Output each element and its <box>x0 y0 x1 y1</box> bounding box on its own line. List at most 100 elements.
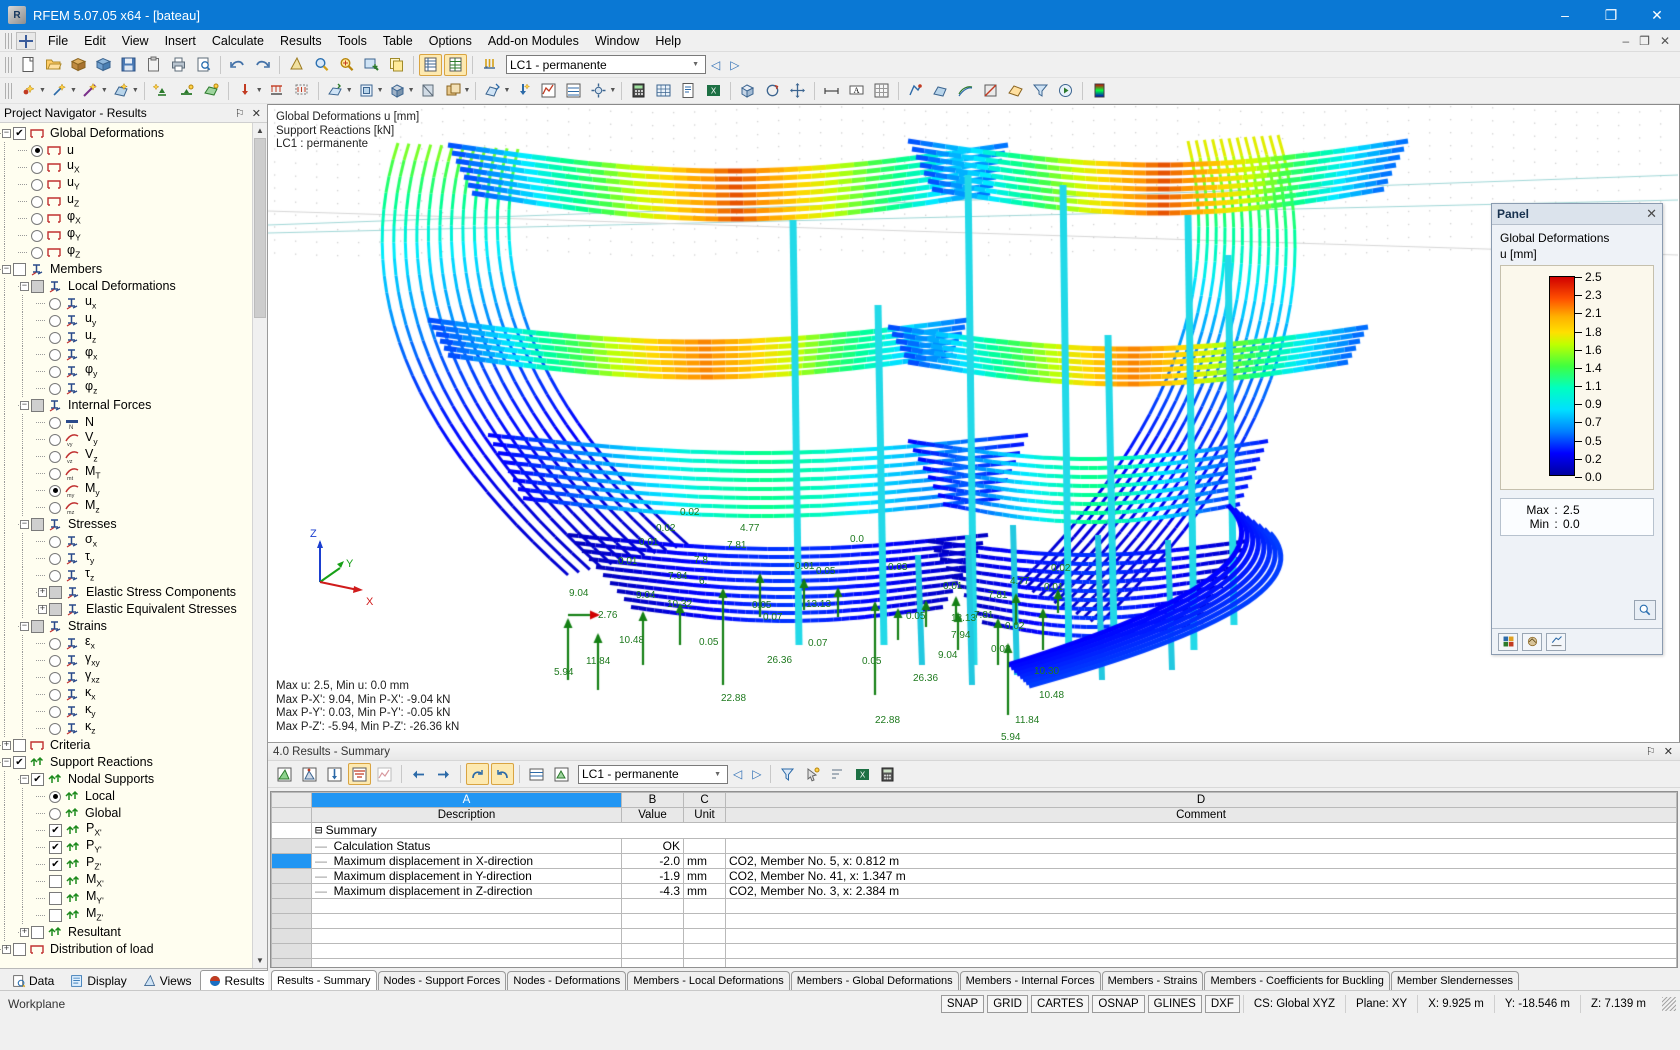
results-table-tab[interactable]: Nodes - Support Forces <box>377 971 507 990</box>
status-toggle-glines[interactable]: GLINES <box>1147 994 1202 1013</box>
tree-item[interactable]: MZ' <box>0 906 267 924</box>
mdi-close-button[interactable]: ✕ <box>1656 34 1674 48</box>
grid-col-letter-a[interactable]: A <box>311 792 622 808</box>
tree-radio[interactable] <box>49 382 61 395</box>
color-scale-icon[interactable] <box>1088 80 1111 102</box>
table-row-empty[interactable] <box>271 943 1677 959</box>
tree-checkbox-checked[interactable]: ✔ <box>31 773 44 786</box>
menu-file[interactable]: File <box>40 32 76 50</box>
tree-item[interactable]: ux <box>0 294 267 312</box>
tree-checkbox-checked[interactable]: ✔ <box>49 841 62 854</box>
results-grid[interactable]: A B C D Description Value Unit Comment ⊟… <box>270 791 1678 968</box>
color-panel-icon[interactable] <box>1498 632 1518 651</box>
tree-checkbox-checked[interactable]: ✔ <box>49 824 62 837</box>
table-row-empty[interactable] <box>271 958 1677 967</box>
new-surface-dropdown-icon[interactable]: ▼ <box>132 87 139 94</box>
surfaces-dropdown-icon[interactable]: ▼ <box>377 87 384 94</box>
select-window-icon[interactable] <box>360 54 383 76</box>
table-chevron-down-icon[interactable]: ▼ <box>711 771 724 778</box>
tree-item[interactable]: mt MT <box>0 464 267 482</box>
new-line-icon[interactable] <box>48 80 71 102</box>
grid-col-letter-b[interactable]: B <box>621 792 684 808</box>
tree-checkbox-partial[interactable] <box>31 620 44 633</box>
status-toggle-osnap[interactable]: OSNAP <box>1092 994 1145 1013</box>
results-panel[interactable]: Panel ✕ Global Deformations u [mm] 2.5 2.… <box>1491 203 1663 655</box>
grid-cell-value[interactable]: -1.9 <box>621 868 684 884</box>
tree-expander[interactable]: − <box>18 278 31 295</box>
tree-radio[interactable] <box>31 246 43 259</box>
table-load-case-combobox[interactable]: LC1 - permanente ▼ <box>578 764 728 784</box>
tree-item[interactable]: u <box>0 142 267 159</box>
tree-item[interactable]: mz Mz <box>0 498 267 516</box>
tree-radio[interactable] <box>49 467 61 480</box>
tree-item[interactable]: γxz <box>0 668 267 686</box>
grid-col-letter-d[interactable]: D <box>725 792 1677 808</box>
grid-row-header[interactable] <box>271 883 312 899</box>
tree-item[interactable]: φx <box>0 345 267 363</box>
tree-item[interactable]: uZ <box>0 192 267 210</box>
menu-edit[interactable]: Edit <box>76 32 114 50</box>
secondary-toolbar-grip[interactable] <box>5 82 13 99</box>
redo-icon[interactable] <box>251 54 274 76</box>
tree-item[interactable]: NN <box>0 414 267 431</box>
mdi-minimize-button[interactable]: – <box>1618 34 1633 48</box>
tree-item[interactable]: + Distribution of load <box>0 941 267 958</box>
tree-item[interactable]: − Stresses <box>0 516 267 533</box>
section-cut-icon[interactable] <box>979 80 1002 102</box>
tree-radio[interactable] <box>49 348 61 361</box>
pan-view-icon[interactable] <box>786 80 809 102</box>
color-scale-legend[interactable]: 2.5 2.3 2.1 1.8 1.6 1.4 1.1 0.9 0.7 0.5 0.2 0.0 <box>1500 265 1654 490</box>
tree-item[interactable]: φz <box>0 379 267 397</box>
tree-item[interactable]: κy <box>0 702 267 720</box>
open-file-icon[interactable] <box>42 54 65 76</box>
scroll-down-icon[interactable]: ▼ <box>253 953 267 968</box>
tree-checkbox-unchecked[interactable] <box>13 739 26 752</box>
tree-radio[interactable] <box>31 229 43 242</box>
next-load-case-button[interactable]: ▷ <box>725 58 744 72</box>
navigator-close-icon[interactable]: ✕ <box>252 107 261 120</box>
tree-radio[interactable] <box>49 705 61 718</box>
grid-settings-icon[interactable] <box>870 80 893 102</box>
status-toggle-cartes[interactable]: CARTES <box>1030 994 1090 1013</box>
zoom-select-icon[interactable] <box>310 54 333 76</box>
tree-radio[interactable] <box>31 178 43 191</box>
menu-results[interactable]: Results <box>272 32 330 50</box>
table-member-icon[interactable] <box>323 763 346 785</box>
print-preview-icon[interactable] <box>192 54 215 76</box>
nav-tab-views[interactable]: Views <box>135 970 200 990</box>
new-file-icon[interactable] <box>17 54 40 76</box>
tree-checkbox-unchecked[interactable] <box>49 892 62 905</box>
tree-item[interactable]: vz Vz <box>0 447 267 465</box>
tree-expander[interactable]: − <box>18 618 31 635</box>
tree-item[interactable]: uY <box>0 175 267 193</box>
isometric-view-icon[interactable] <box>736 80 759 102</box>
table-row[interactable]: — Calculation Status OK <box>271 838 1677 854</box>
result-values-icon[interactable] <box>562 80 585 102</box>
tree-item[interactable]: κz <box>0 719 267 737</box>
model-viewport[interactable]: Global Deformations u [mm] Support React… <box>268 104 1680 742</box>
table-row[interactable]: — Maximum displacement in X-direction -2.… <box>271 853 1677 869</box>
tree-radio[interactable] <box>31 195 43 208</box>
zoom-results-icon[interactable] <box>335 54 358 76</box>
results-table-tab[interactable]: Members - Global Deformations <box>790 971 959 990</box>
table-edit-icon[interactable] <box>273 763 296 785</box>
show-solids-icon[interactable] <box>386 80 409 102</box>
view-results-icon[interactable] <box>481 80 504 102</box>
tree-expander[interactable]: − <box>0 125 13 142</box>
load-case-select-icon[interactable] <box>478 54 501 76</box>
tree-item[interactable]: γxy <box>0 651 267 669</box>
status-toggle-dxf[interactable]: DXF <box>1204 994 1240 1013</box>
new-node-icon[interactable] <box>17 80 40 102</box>
filter-results-icon[interactable] <box>1029 80 1052 102</box>
tree-item[interactable]: φX <box>0 209 267 227</box>
tree-item[interactable]: MX' <box>0 872 267 890</box>
tree-checkbox-partial[interactable] <box>49 586 62 599</box>
new-surface-support-icon[interactable] <box>200 80 223 102</box>
tree-item[interactable]: τz <box>0 566 267 584</box>
calculate-icon[interactable] <box>627 80 650 102</box>
status-toggle-grid[interactable]: GRID <box>987 994 1028 1013</box>
grid-row-header[interactable] <box>271 853 312 869</box>
resize-grip-icon[interactable] <box>1662 996 1676 1011</box>
tree-radio[interactable] <box>49 671 61 684</box>
results-table-tabs[interactable]: Results - Summary Nodes - Support Forces N… <box>268 968 1680 990</box>
